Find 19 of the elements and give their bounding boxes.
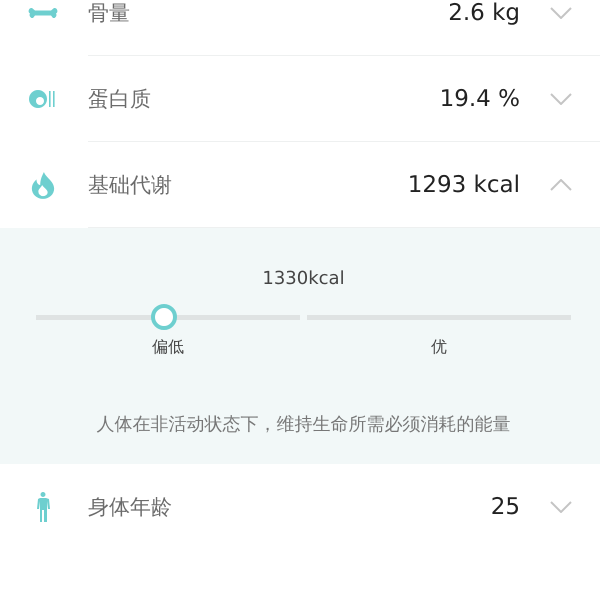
person-icon: [36, 492, 50, 522]
segment-label: 优: [431, 337, 447, 358]
bone-icon: [27, 7, 59, 19]
metric-label: 蛋白质: [88, 86, 151, 113]
metric-value: 2.6 kg: [448, 0, 520, 26]
metric-value: 25: [490, 494, 520, 520]
segment-label: 偏低: [152, 337, 184, 358]
chevron-up-icon[interactable]: [550, 179, 572, 191]
metric-label: 身体年龄: [88, 494, 172, 521]
metric-value: 19.4 %: [440, 86, 520, 112]
chevron-down-icon[interactable]: [550, 93, 572, 105]
metric-value: 1293 kcal: [408, 172, 520, 198]
reading-value: 1330kcal: [262, 268, 345, 289]
metric-label: 基础代谢: [88, 172, 172, 199]
description-text: 人体在非活动状态下，维持生命所需必须消耗的能量: [96, 413, 510, 436]
metric-label: 骨量: [88, 0, 130, 27]
chevron-down-icon[interactable]: [550, 501, 572, 513]
flame-icon: [30, 171, 56, 199]
chevron-down-icon[interactable]: [550, 7, 572, 19]
